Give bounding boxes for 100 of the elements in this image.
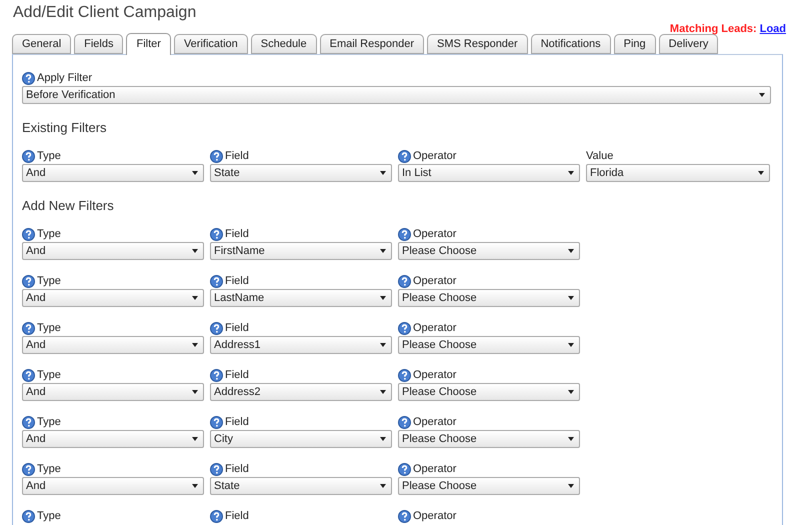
dropdown[interactable]: Address2 (210, 383, 392, 401)
field-label: Value (586, 150, 614, 162)
tab[interactable]: Email Responder (320, 34, 424, 54)
help-icon[interactable] (210, 462, 223, 476)
section-heading: Existing Filters (22, 119, 107, 136)
help-icon[interactable] (210, 416, 223, 428)
field-label: Field (225, 510, 249, 522)
help-icon[interactable] (210, 322, 223, 334)
help-icon[interactable] (398, 322, 411, 334)
field-label: Field (225, 462, 249, 476)
dropdown[interactable]: State (210, 477, 392, 495)
caret-icon (568, 437, 574, 441)
dropdown[interactable]: FirstName (210, 242, 392, 260)
help-icon[interactable] (398, 274, 411, 288)
tab[interactable]: Schedule (250, 34, 317, 54)
caret-icon (380, 390, 386, 394)
field-label: Type (37, 416, 61, 428)
help-icon[interactable] (398, 368, 411, 382)
help-icon[interactable] (22, 150, 35, 162)
field-label: Field (225, 368, 249, 382)
field-label: Operator (413, 322, 456, 334)
caret-icon (758, 171, 764, 175)
dropdown[interactable]: Please Choose (398, 477, 580, 495)
tab[interactable]: General (12, 34, 72, 54)
caret-icon (192, 249, 198, 253)
help-icon[interactable] (22, 274, 35, 288)
field-label: Operator (413, 228, 456, 240)
field-label: Field (225, 150, 249, 162)
field-label: Type (37, 368, 61, 382)
caret-icon (568, 390, 574, 394)
dropdown[interactable]: Please Choose (398, 289, 580, 307)
dropdown[interactable]: Please Choose (398, 383, 580, 401)
caret-icon (192, 484, 198, 488)
caret-icon (568, 484, 574, 488)
tab[interactable]: Ping (614, 34, 656, 54)
tab[interactable]: Verification (174, 34, 248, 54)
tab[interactable]: Filter (126, 33, 171, 55)
tab[interactable]: SMS Responder (427, 34, 528, 54)
help-icon[interactable] (398, 416, 411, 428)
tab[interactable]: Delivery (658, 34, 718, 54)
dropdown[interactable]: And (22, 289, 204, 307)
dropdown[interactable]: And (22, 477, 204, 495)
load-link[interactable]: Load (760, 21, 786, 38)
help-icon[interactable] (22, 510, 35, 522)
section-heading: Add New Filters (22, 197, 114, 214)
caret-icon (192, 171, 198, 175)
field-label: Type (37, 322, 61, 334)
field-label: Field (225, 416, 249, 428)
caret-icon (568, 296, 574, 300)
field-label: Type (37, 228, 61, 240)
help-icon[interactable] (210, 368, 223, 382)
field-label: Operator (413, 510, 456, 522)
help-icon[interactable] (398, 510, 411, 522)
caret-icon (192, 296, 198, 300)
help-icon[interactable] (22, 416, 35, 428)
help-icon[interactable] (210, 228, 223, 240)
help-icon[interactable] (22, 72, 35, 84)
help-icon[interactable] (22, 228, 35, 240)
help-icon[interactable] (210, 274, 223, 288)
caret-icon (380, 437, 386, 441)
dropdown[interactable]: And (22, 242, 204, 260)
field-label: Field (225, 228, 249, 240)
tab[interactable]: Fields (74, 34, 124, 54)
dropdown[interactable]: And (22, 164, 204, 182)
caret-icon (568, 249, 574, 253)
caret-icon (380, 484, 386, 488)
dropdown[interactable]: Address1 (210, 336, 392, 354)
help-icon[interactable] (22, 462, 35, 476)
field-label: Field (225, 274, 249, 288)
field-label: Apply Filter (37, 72, 92, 84)
dropdown[interactable]: Please Choose (398, 242, 580, 260)
dropdown[interactable]: City (210, 430, 392, 448)
field-label: Type (37, 510, 61, 522)
dropdown[interactable]: LastName (210, 289, 392, 307)
field-label: Operator (413, 274, 456, 288)
help-icon[interactable] (398, 462, 411, 476)
dropdown[interactable]: State (210, 164, 392, 182)
tab[interactable]: Notifications (530, 34, 611, 54)
caret-icon (380, 249, 386, 253)
caret-icon (568, 171, 574, 175)
caret-icon (192, 437, 198, 441)
dropdown[interactable]: In List (398, 164, 580, 182)
dropdown[interactable]: And (22, 383, 204, 401)
dropdown[interactable]: Please Choose (398, 336, 580, 354)
help-icon[interactable] (22, 368, 35, 382)
dropdown[interactable]: And (22, 336, 204, 354)
dropdown[interactable]: Before Verification (22, 86, 771, 104)
page-title: Add/Edit Client Campaign (13, 3, 198, 23)
help-icon[interactable] (22, 322, 35, 334)
dropdown[interactable]: Florida (586, 164, 770, 182)
field-label: Operator (413, 368, 456, 382)
help-icon[interactable] (398, 228, 411, 240)
dropdown[interactable]: Please Choose (398, 430, 580, 448)
help-icon[interactable] (398, 150, 411, 162)
dropdown[interactable]: And (22, 430, 204, 448)
field-label: Type (37, 150, 61, 162)
help-icon[interactable] (210, 510, 223, 522)
help-icon[interactable] (210, 150, 223, 162)
field-label: Operator (413, 150, 456, 162)
caret-icon (380, 171, 386, 175)
